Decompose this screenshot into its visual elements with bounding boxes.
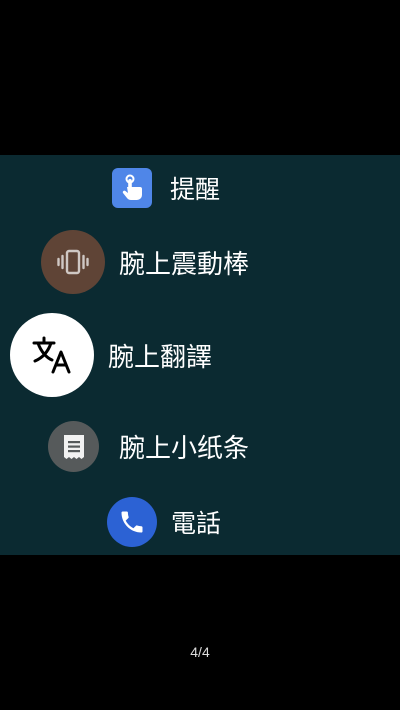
app-item-phone[interactable]: 電話 [107,497,221,547]
reminder-hand-icon [112,168,152,208]
app-item-wrist-notes[interactable]: 腕上小纸条 [48,421,249,472]
app-label-reminders: 提醒 [170,175,221,204]
app-item-wrist-vibrate[interactable]: 腕上震動棒 [41,230,249,294]
translate-icon [10,313,94,397]
phone-icon [107,497,157,547]
vibrate-icon [41,230,105,294]
app-label-wrist-translate: 腕上翻譯 [108,342,213,373]
app-label-wrist-notes: 腕上小纸条 [119,434,250,464]
app-label-wrist-vibrate: 腕上震動棒 [119,249,250,280]
app-item-wrist-translate[interactable]: 腕上翻譯 [10,313,212,397]
page-indicator: 4/4 [190,644,210,660]
watch-app-list[interactable]: 提醒 腕上震動棒 腕上翻譯 腕上小纸条 電話 [0,155,400,555]
app-item-reminders[interactable]: 提醒 [112,168,220,208]
app-label-phone: 電話 [171,509,222,538]
screen: 提醒 腕上震動棒 腕上翻譯 腕上小纸条 電話 4/4 [0,0,400,710]
note-icon [48,421,99,472]
